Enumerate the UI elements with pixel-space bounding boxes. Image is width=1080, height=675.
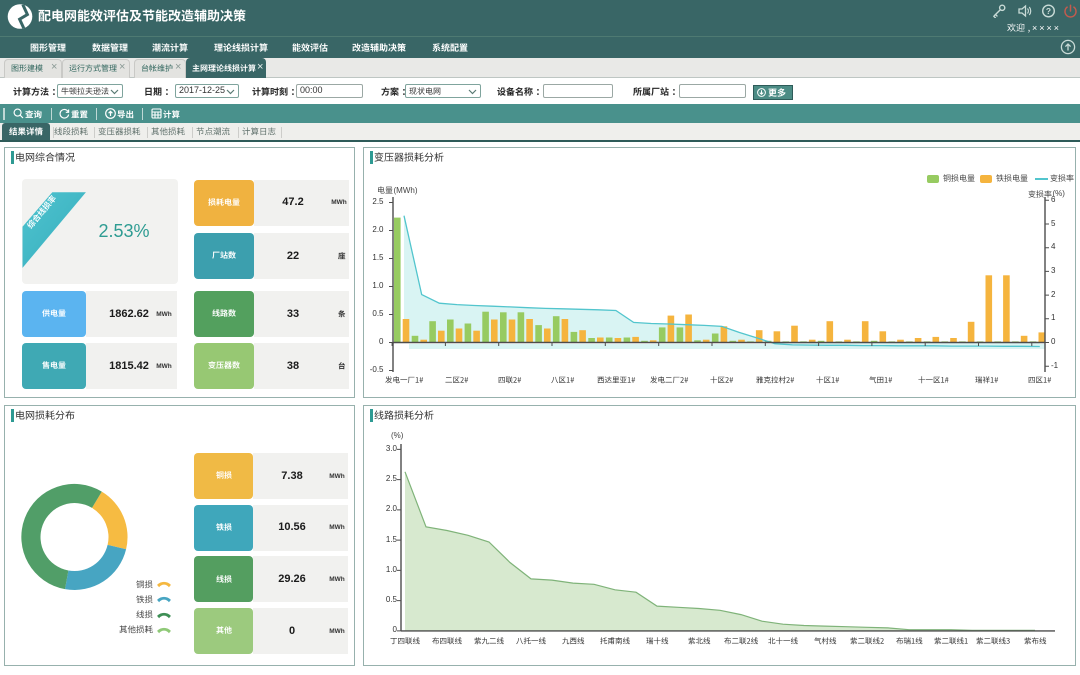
svg-text:?: ? xyxy=(1046,6,1051,16)
